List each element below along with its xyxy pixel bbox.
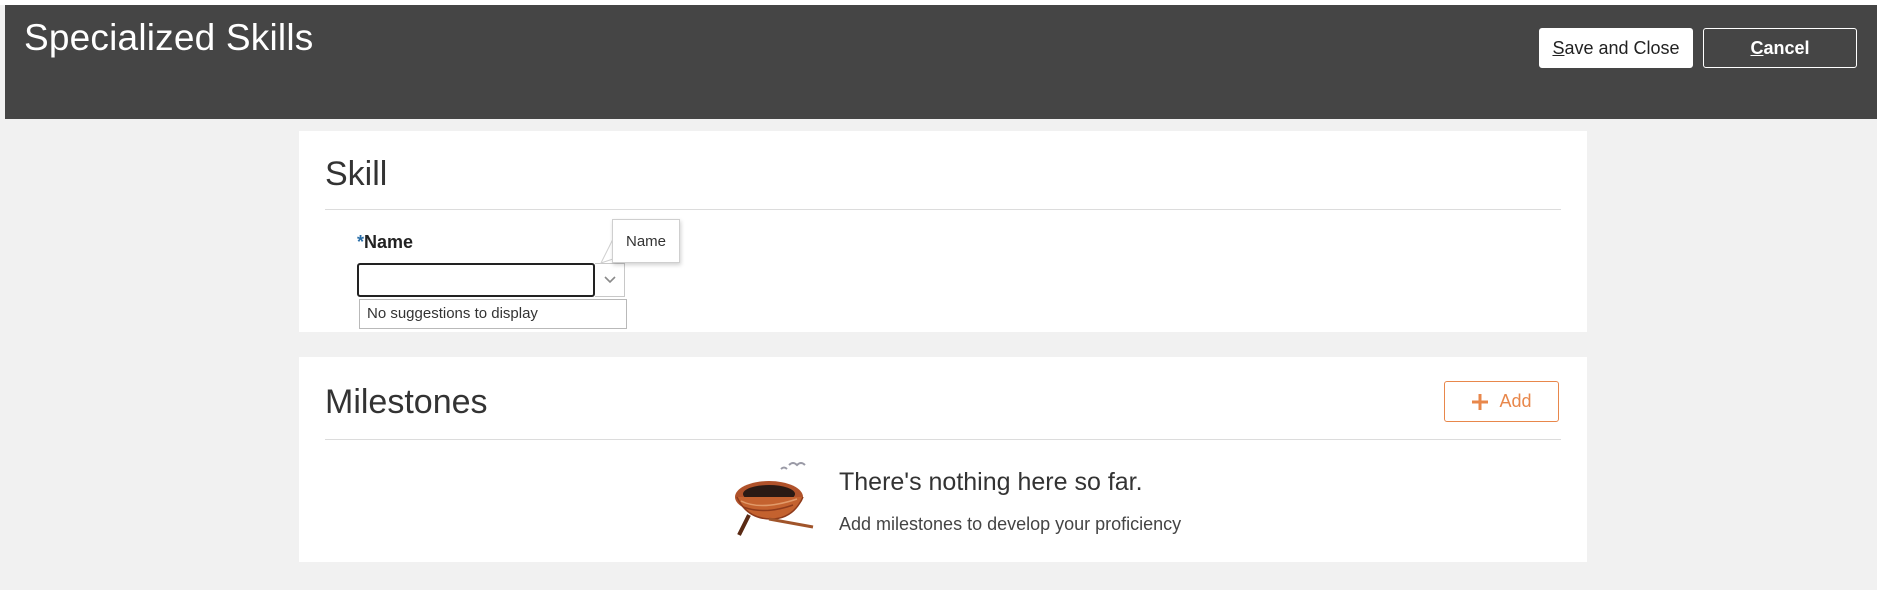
milestones-section-title: Milestones: [325, 383, 488, 421]
cancel-button[interactable]: Cancel: [1703, 28, 1857, 68]
cancel-mnemonic: C: [1750, 37, 1764, 58]
add-milestone-button[interactable]: Add: [1444, 381, 1559, 422]
milestones-card: Milestones Add There's nothing here so f…: [299, 357, 1587, 562]
skill-card: Skill *Name No suggestions to display Na…: [299, 131, 1587, 332]
skill-section-title: Skill: [325, 155, 388, 193]
suggestions-list: No suggestions to display: [359, 299, 627, 329]
add-label: Add: [1499, 391, 1532, 411]
page-header: Specialized Skills Save and Close Cancel: [5, 5, 1877, 119]
save-label: ave and Close: [1564, 37, 1680, 58]
bird-nest-icon: [735, 462, 814, 536]
page-title: Specialized Skills: [24, 17, 314, 58]
name-field-label: *Name: [357, 232, 413, 253]
name-dropdown-button[interactable]: [595, 263, 625, 297]
name-label-text: Name: [364, 232, 414, 252]
name-input[interactable]: [357, 263, 595, 297]
plus-icon: [1472, 393, 1489, 410]
required-marker: *: [357, 232, 365, 252]
empty-state-title: There's nothing here so far.: [839, 468, 1143, 496]
milestones-divider: [325, 439, 1561, 440]
skill-divider: [325, 209, 1561, 210]
name-tooltip: Name: [612, 219, 680, 263]
save-and-close-button[interactable]: Save and Close: [1539, 28, 1693, 68]
save-mnemonic: S: [1552, 37, 1565, 58]
chevron-down-icon: [603, 276, 616, 284]
empty-state-message: Add milestones to develop your proficien…: [839, 514, 1182, 534]
cancel-label: ancel: [1763, 37, 1810, 58]
